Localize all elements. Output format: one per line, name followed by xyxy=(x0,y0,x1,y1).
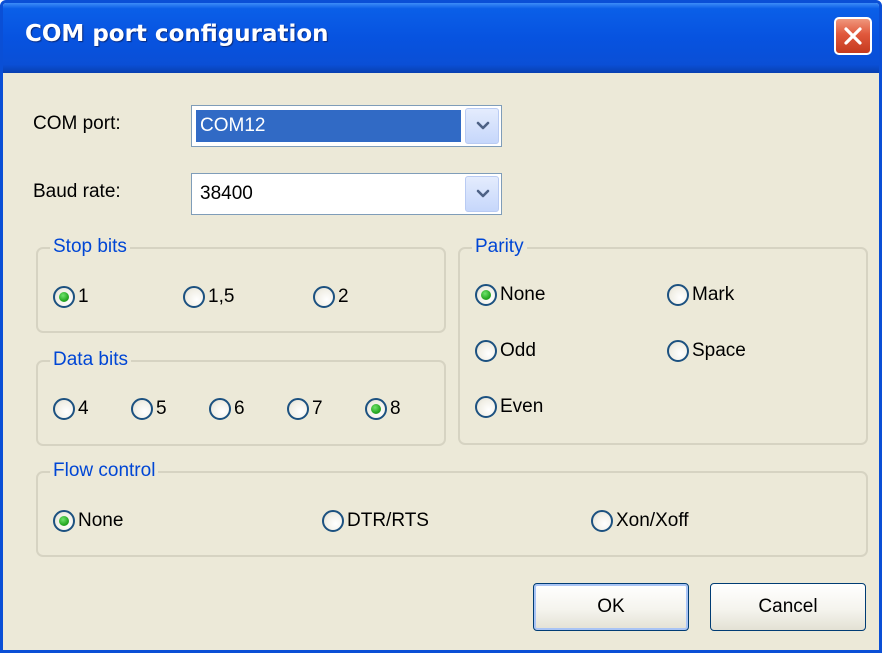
chevron-down-icon xyxy=(476,189,490,198)
parity-option-none[interactable]: None xyxy=(475,282,545,308)
parity-option-odd[interactable]: Odd xyxy=(475,338,536,364)
flow-control-option-label: Xon/Xoff xyxy=(616,510,689,531)
radio-button[interactable] xyxy=(53,398,75,420)
radio-button[interactable] xyxy=(209,398,231,420)
baud-rate-select[interactable]: 38400 xyxy=(191,173,502,215)
radio-button-selected[interactable] xyxy=(365,398,387,420)
radio-dot xyxy=(371,404,381,414)
cancel-button[interactable]: Cancel xyxy=(710,583,866,631)
radio-button[interactable] xyxy=(313,286,335,308)
close-icon xyxy=(844,27,862,45)
radio-button-selected[interactable] xyxy=(53,286,75,308)
radio-dot xyxy=(59,292,69,302)
com-port-select[interactable]: COM12 xyxy=(191,105,502,147)
radio-button-selected[interactable] xyxy=(475,284,497,306)
stop-bits-option-1-5[interactable]: 1,5 xyxy=(183,284,234,310)
stop-bits-option-2[interactable]: 2 xyxy=(313,284,349,310)
radio-button[interactable] xyxy=(667,340,689,362)
parity-option-label: Mark xyxy=(692,284,735,305)
ok-button[interactable]: OK xyxy=(533,583,689,631)
data-bits-option-7[interactable]: 7 xyxy=(287,396,323,422)
parity-title: Parity xyxy=(472,235,527,259)
radio-button[interactable] xyxy=(322,510,344,532)
radio-button[interactable] xyxy=(667,284,689,306)
chevron-down-icon xyxy=(476,121,490,130)
baud-rate-value: 38400 xyxy=(200,183,253,204)
radio-button[interactable] xyxy=(475,340,497,362)
parity-option-label: Odd xyxy=(500,340,536,361)
radio-button-selected[interactable] xyxy=(53,510,75,532)
data-bits-option-label: 7 xyxy=(312,398,323,419)
flow-control-option-xon-xoff[interactable]: Xon/Xoff xyxy=(591,508,689,534)
com-port-dropdown-button[interactable] xyxy=(465,108,499,144)
flow-control-option-label: None xyxy=(78,510,124,531)
radio-button[interactable] xyxy=(475,396,497,418)
stop-bits-title: Stop bits xyxy=(50,235,130,259)
data-bits-title: Data bits xyxy=(50,348,131,372)
flow-control-option-label: DTR/RTS xyxy=(347,510,429,531)
radio-button[interactable] xyxy=(183,286,205,308)
data-bits-option-5[interactable]: 5 xyxy=(131,396,167,422)
parity-option-label: Space xyxy=(692,340,746,361)
flow-control-group: Flow control xyxy=(36,459,868,557)
parity-option-even[interactable]: Even xyxy=(475,394,543,420)
data-bits-option-label: 4 xyxy=(78,398,89,419)
radio-button[interactable] xyxy=(131,398,153,420)
data-bits-option-6[interactable]: 6 xyxy=(209,396,245,422)
com-port-value: COM12 xyxy=(196,110,461,142)
flow-control-option-none[interactable]: None xyxy=(53,508,123,534)
radio-dot xyxy=(59,516,69,526)
radio-dot xyxy=(481,290,491,300)
data-bits-option-label: 6 xyxy=(234,398,245,419)
data-bits-option-8[interactable]: 8 xyxy=(365,396,401,422)
stop-bits-option-1[interactable]: 1 xyxy=(53,284,89,310)
parity-option-mark[interactable]: Mark xyxy=(667,282,734,308)
stop-bits-option-label: 1 xyxy=(78,286,89,307)
data-bits-option-label: 5 xyxy=(156,398,167,419)
com-port-label: COM port: xyxy=(33,113,121,134)
baud-rate-dropdown-button[interactable] xyxy=(465,176,499,212)
data-bits-option-4[interactable]: 4 xyxy=(53,396,89,422)
close-button[interactable] xyxy=(834,17,872,55)
parity-option-space[interactable]: Space xyxy=(667,338,746,364)
radio-button[interactable] xyxy=(591,510,613,532)
parity-option-label: Even xyxy=(500,396,544,417)
data-bits-option-label: 8 xyxy=(390,398,401,419)
stop-bits-option-label: 2 xyxy=(338,286,349,307)
radio-button[interactable] xyxy=(287,398,309,420)
stop-bits-option-label: 1,5 xyxy=(208,286,235,307)
flow-control-option-dtr-rts[interactable]: DTR/RTS xyxy=(322,508,429,534)
window-title: COM port configuration xyxy=(25,21,329,47)
title-bar[interactable]: COM port configuration xyxy=(3,3,879,73)
parity-option-label: None xyxy=(500,284,546,305)
baud-rate-label: Baud rate: xyxy=(33,181,121,202)
com-port-dialog: COM port configuration COM port: COM12 B… xyxy=(0,0,882,653)
flow-control-title: Flow control xyxy=(50,459,159,483)
stop-bits-group: Stop bits xyxy=(36,235,446,333)
